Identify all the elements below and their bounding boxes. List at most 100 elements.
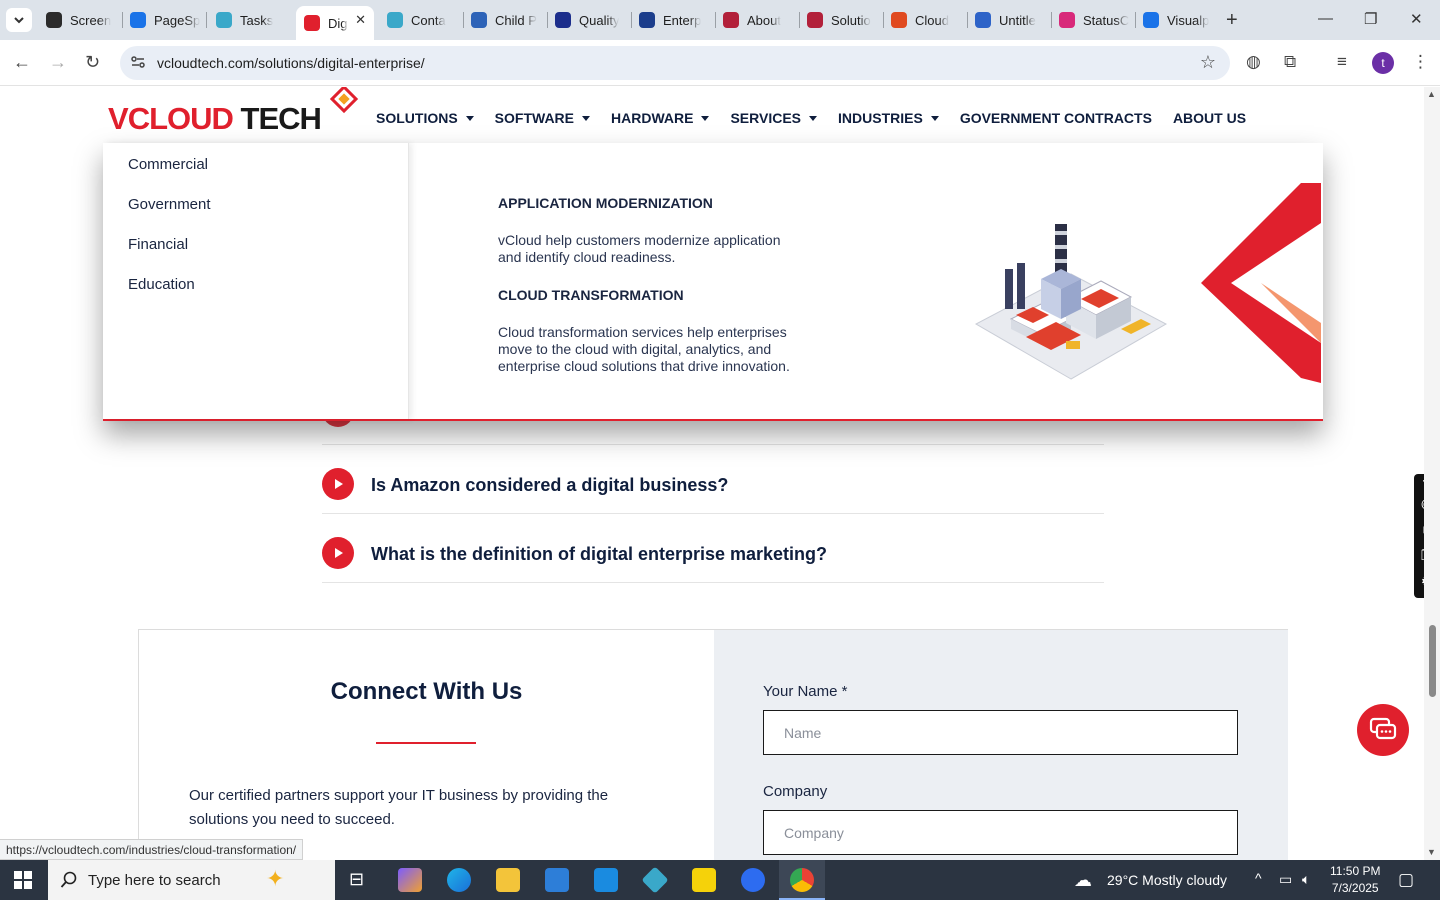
store-icon[interactable]: [545, 868, 569, 892]
nav-item-solutions[interactable]: SOLUTIONS: [376, 110, 474, 126]
tab-label: Child P: [495, 12, 537, 28]
task-view-icon[interactable]: ⊟: [349, 869, 373, 893]
mega-link-financial[interactable]: Financial: [128, 236, 188, 253]
faq-item[interactable]: Is Amazon considered a digital business?: [322, 445, 1104, 514]
restore-icon[interactable]: ❐: [1364, 10, 1377, 28]
volume-icon[interactable]: 🔈︎: [1302, 871, 1310, 888]
red-chevron-graphic: [1201, 183, 1321, 383]
tab-favicon-icon: [723, 12, 739, 28]
site-settings-icon[interactable]: [130, 54, 146, 70]
tab-label: Enterp: [663, 12, 702, 28]
company-input[interactable]: [763, 810, 1238, 855]
scroll-up-icon[interactable]: ▲: [1427, 89, 1436, 99]
tab-favicon-icon: [304, 15, 320, 31]
scroll-thumb[interactable]: [1429, 625, 1436, 697]
browser-tab[interactable]: Untitle: [975, 6, 1045, 34]
nav-item-about-us[interactable]: ABOUT US: [1173, 110, 1246, 126]
play-arrow-icon: [322, 537, 354, 569]
new-tab-button[interactable]: +: [1226, 9, 1238, 32]
close-window-icon[interactable]: ✕: [1410, 10, 1423, 28]
tab-label: Solutio: [831, 12, 871, 28]
mega-link-commercial[interactable]: Commercial: [128, 156, 208, 173]
faq-question[interactable]: Is Amazon considered a digital business?: [371, 475, 728, 496]
name-input[interactable]: [763, 710, 1238, 755]
mega-heading-app-modernization[interactable]: APPLICATION MODERNIZATION: [498, 195, 713, 211]
url-text[interactable]: vcloudtech.com/solutions/digital-enterpr…: [157, 55, 425, 71]
nav-item-industries[interactable]: INDUSTRIES: [838, 110, 939, 126]
tab-close-icon[interactable]: ✕: [355, 12, 366, 28]
contact-form: Your Name * Company: [714, 630, 1288, 860]
tab-favicon-icon: [387, 12, 403, 28]
mega-heading-cloud-transformation[interactable]: CLOUD TRANSFORMATION: [498, 287, 684, 303]
logo-diamond-icon: [329, 87, 359, 114]
reload-icon[interactable]: ↻: [85, 52, 100, 73]
tab-label: Screen: [70, 12, 112, 28]
browser-tab[interactable]: Quality: [555, 6, 625, 34]
translate-icon[interactable]: ◍: [1246, 52, 1261, 72]
nav-item-software[interactable]: SOFTWARE: [495, 110, 591, 126]
weather-text[interactable]: 29°C Mostly cloudy: [1107, 872, 1227, 888]
chat-icon: [1369, 717, 1397, 740]
faq-question[interactable]: What is the definition of digital enterp…: [371, 544, 827, 565]
sticky-notes-icon[interactable]: [692, 868, 716, 892]
edge-icon[interactable]: [447, 868, 471, 892]
minimize-icon[interactable]: —: [1318, 10, 1333, 27]
browser-tab[interactable]: Enterp: [639, 6, 709, 34]
scroll-down-icon[interactable]: ▼: [1427, 847, 1436, 857]
taskbar-search[interactable]: Type here to search ✦: [48, 860, 335, 900]
mail-icon[interactable]: [594, 868, 618, 892]
browser-tab[interactable]: Dig ✕: [296, 6, 374, 40]
browser-tab[interactable]: Solutio: [807, 6, 877, 34]
browser-tab[interactable]: Tasks: [216, 6, 286, 34]
browser-tab[interactable]: StatusC: [1059, 6, 1129, 34]
back-arrow-icon[interactable]: ←: [13, 52, 31, 73]
file-explorer-icon[interactable]: [496, 868, 520, 892]
tab-separator: [206, 12, 207, 28]
browser-tab[interactable]: Cloud: [891, 6, 961, 34]
tab-favicon-icon: [216, 12, 232, 28]
profile-avatar[interactable]: t: [1372, 52, 1394, 74]
browser-tab[interactable]: Screen: [46, 6, 116, 34]
tray-chevron-icon[interactable]: ^: [1255, 870, 1262, 886]
browser-tab-strip: Screen PageSp Tasks Dig ✕ Conta Child P Quality…: [0, 0, 1440, 40]
bookmark-star-icon[interactable]: ☆: [1200, 52, 1216, 73]
vcloudtech-logo[interactable]: VCLOUD TECH: [108, 87, 359, 136]
web-page: VCLOUD TECH SOLUTIONS SOFTWARE HARDWARE SER…: [0, 87, 1424, 860]
page-scrollbar[interactable]: ▲ ▼: [1424, 87, 1440, 860]
name-label: Your Name *: [763, 683, 848, 700]
solutions-mega-menu: Commercial Government Financial Educatio…: [103, 143, 1323, 421]
tab-separator: [715, 12, 716, 28]
nav-item-government-contracts[interactable]: GOVERNMENT CONTRACTS: [960, 110, 1152, 126]
address-bar[interactable]: vcloudtech.com/solutions/digital-enterpr…: [120, 46, 1230, 80]
chrome-taskbar-button[interactable]: [779, 860, 825, 900]
mega-link-education[interactable]: Education: [128, 276, 195, 293]
browser-toolbar: ← → ↻ vcloudtech.com/solutions/digital-e…: [0, 40, 1440, 86]
menu-kebab-icon[interactable]: ⋮: [1412, 52, 1429, 72]
media-control-icon[interactable]: ≡: [1337, 52, 1347, 72]
chevron-down-icon: [14, 17, 24, 24]
taskbar-clock[interactable]: 11:50 PM 7/3/2025: [1330, 863, 1380, 897]
mega-link-government[interactable]: Government: [128, 196, 211, 213]
nav-item-services[interactable]: SERVICES: [730, 110, 818, 126]
copilot-icon[interactable]: [398, 868, 422, 892]
tab-search-button[interactable]: [6, 8, 32, 32]
chat-button[interactable]: [1357, 704, 1409, 756]
browser-tab[interactable]: Visualp: [1143, 6, 1213, 34]
tab-separator: [883, 12, 884, 28]
forward-arrow-icon[interactable]: →: [49, 52, 67, 73]
zoom-icon[interactable]: [741, 868, 765, 892]
browser-tab[interactable]: Child P: [471, 6, 541, 34]
browser-tab[interactable]: Conta: [387, 6, 457, 34]
caret-down-icon: [582, 115, 591, 121]
browser-tab[interactable]: PageSp: [130, 6, 200, 34]
tab-separator: [1051, 12, 1052, 28]
browser-tab[interactable]: About: [723, 6, 793, 34]
notification-icon[interactable]: ▢: [1398, 870, 1414, 890]
extensions-icon[interactable]: ⧉: [1284, 52, 1296, 72]
tab-label: Untitle: [999, 12, 1036, 28]
network-icon[interactable]: ▭: [1279, 871, 1292, 888]
nav-item-hardware[interactable]: HARDWARE: [611, 110, 710, 126]
faq-item[interactable]: What is the definition of digital enterp…: [322, 514, 1104, 583]
app-diamond-icon[interactable]: [641, 866, 669, 894]
windows-start-icon[interactable]: [14, 871, 32, 889]
